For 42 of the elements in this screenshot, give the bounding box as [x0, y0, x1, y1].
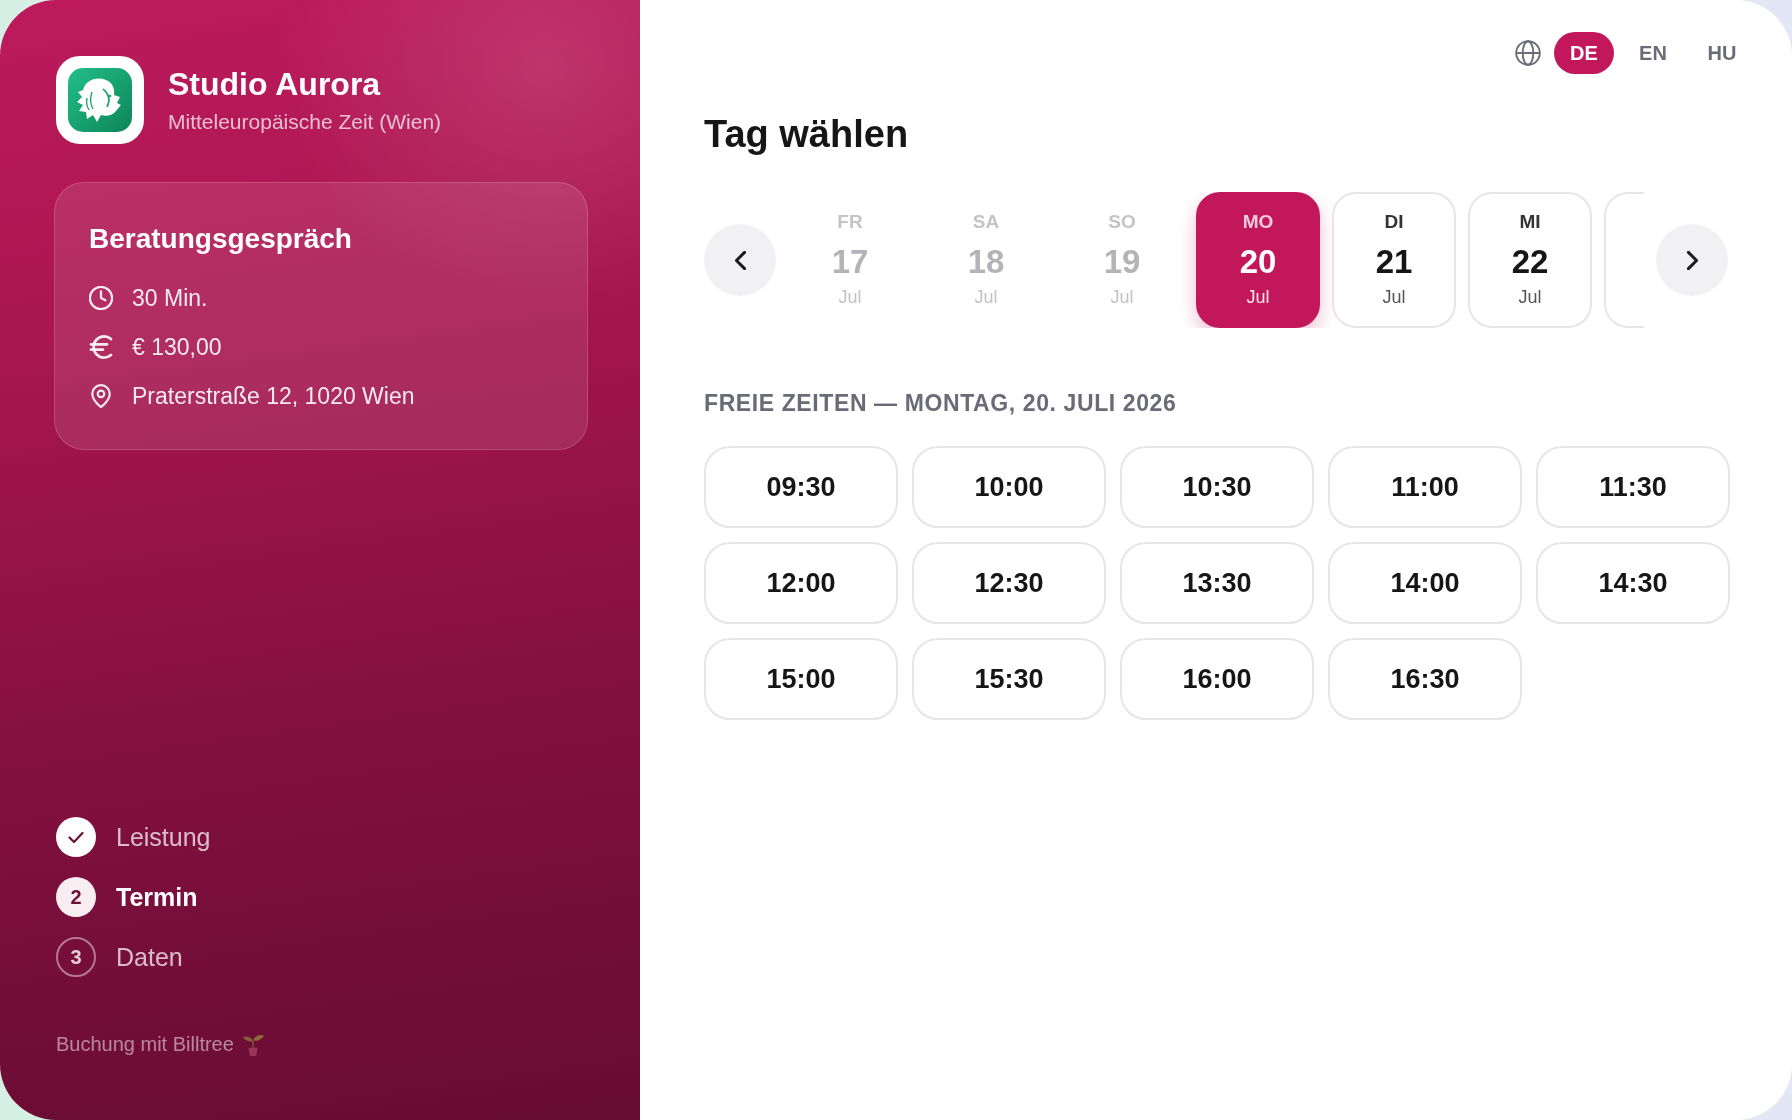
time-slot-button[interactable]: 14:00 — [1328, 542, 1522, 624]
time-slot-button[interactable]: 11:30 — [1536, 446, 1730, 528]
day-button[interactable]: MO 20 Jul — [1196, 192, 1320, 328]
timezone-label: Mitteleuropäische Zeit (Wien) — [168, 109, 442, 135]
time-slot-button[interactable]: 10:30 — [1120, 446, 1314, 528]
sprout-icon — [241, 1032, 264, 1056]
time-slot-button[interactable]: 11:00 — [1328, 446, 1522, 528]
service-detail: 30 Min. — [132, 284, 208, 313]
day-button[interactable]: DI 21 Jul — [1332, 192, 1456, 328]
language-button[interactable]: EN — [1623, 32, 1683, 74]
time-slot-button[interactable]: 16:30 — [1328, 638, 1522, 720]
time-slot-button[interactable]: 12:00 — [704, 542, 898, 624]
time-slot-button[interactable]: 14:30 — [1536, 542, 1730, 624]
time-slot-button[interactable]: 09:30 — [704, 446, 898, 528]
euro-icon — [89, 335, 113, 359]
time-slot-button[interactable]: 13:30 — [1120, 542, 1314, 624]
time-slot-button[interactable]: 16:00 — [1120, 638, 1314, 720]
step-label: Leistung — [116, 822, 211, 852]
step-number: 3 — [56, 937, 96, 977]
time-slot-button[interactable]: 10:00 — [912, 446, 1106, 528]
step-number: 2 — [56, 877, 96, 917]
service-title: Beratungsgespräch — [89, 222, 353, 256]
time-slot-button[interactable]: 15:30 — [912, 638, 1106, 720]
time-slot-button[interactable]: 12:30 — [912, 542, 1106, 624]
studio-name: Studio Aurora — [168, 65, 382, 103]
map-pin-icon — [89, 384, 113, 408]
clock-icon — [89, 286, 113, 310]
page-heading: Tag wählen — [704, 112, 909, 157]
slots-heading: FREIE ZEITEN — MONTAG, 20. JULI 2026 — [704, 389, 1177, 417]
chevron-left-icon — [734, 250, 746, 270]
step-label: Daten — [116, 942, 183, 972]
check-circle-icon — [56, 817, 96, 857]
time-slot-button[interactable]: 15:00 — [704, 638, 898, 720]
step-label: Termin — [116, 882, 198, 912]
service-detail: € 130,00 — [132, 333, 222, 362]
language-button[interactable]: DE — [1554, 32, 1614, 74]
globe-icon — [1515, 40, 1541, 66]
language-button[interactable]: HU — [1692, 32, 1752, 74]
day-button[interactable]: MI 22 Jul — [1468, 192, 1592, 328]
chevron-right-icon — [1686, 250, 1698, 270]
service-detail: Praterstraße 12, 1020 Wien — [132, 382, 415, 411]
footer-credit: Buchung mit Billtree — [56, 1032, 234, 1056]
